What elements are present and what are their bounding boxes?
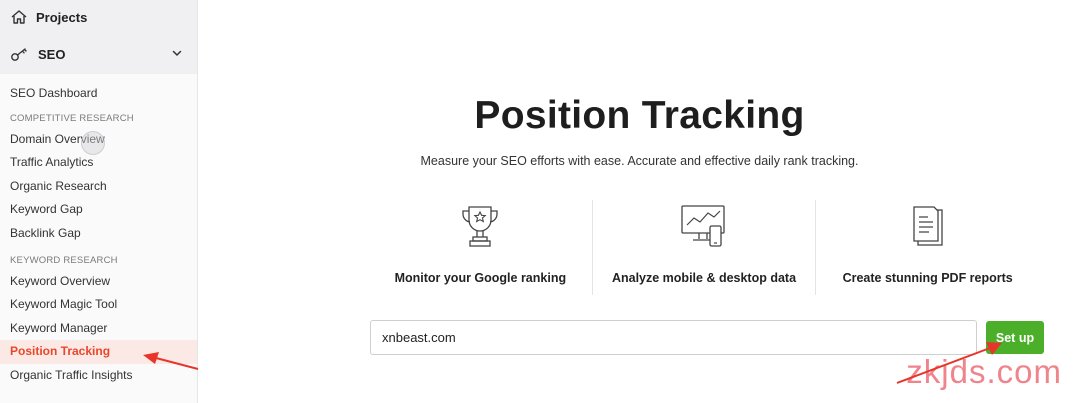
domain-input[interactable] — [370, 320, 977, 355]
sidebar-item-organic-traffic-insights[interactable]: Organic Traffic Insights — [0, 364, 197, 387]
sidebar-item-position-tracking[interactable]: Position Tracking — [0, 340, 197, 364]
sidebar-item-domain-overview[interactable]: Domain Overview — [0, 128, 197, 155]
setup-button[interactable]: Set up — [986, 321, 1044, 354]
sidebar-item-keyword-magic-tool[interactable]: Keyword Magic Tool — [0, 293, 197, 316]
devices-chart-icon — [681, 205, 725, 247]
sidebar-top: Projects SEO — [0, 0, 197, 74]
seo-label: SEO — [38, 46, 66, 62]
feature-list: Monitor your Google ranking Analyze mobi… — [369, 200, 1039, 295]
main-content: Position Tracking Measure your SEO effor… — [199, 0, 1080, 403]
feature-label: Analyze mobile & desktop data — [611, 271, 797, 285]
sidebar-item-organic-research[interactable]: Organic Research — [0, 175, 197, 198]
sidebar-item-keyword-gap[interactable]: Keyword Gap — [0, 198, 197, 221]
projects-label: Projects — [36, 9, 88, 25]
competitive-research-header: COMPETITIVE RESEARCH — [10, 113, 134, 124]
chevron-down-icon[interactable] — [171, 47, 183, 59]
page-title: Position Tracking — [474, 94, 805, 137]
feature-pdf-reports: Create stunning PDF reports — [815, 200, 1039, 295]
sidebar-item-keyword-overview[interactable]: Keyword Overview — [0, 270, 197, 293]
projects-nav[interactable]: Projects — [0, 0, 197, 34]
feature-label: Monitor your Google ranking — [394, 271, 567, 285]
sidebar-item-traffic-analytics[interactable]: Traffic Analytics — [0, 151, 197, 174]
keyword-research-header: KEYWORD RESEARCH — [10, 254, 118, 266]
page-subtitle: Measure your SEO efforts with ease. Accu… — [420, 154, 859, 168]
document-report-icon — [913, 206, 943, 246]
feature-google-ranking: Monitor your Google ranking — [369, 200, 592, 295]
sidebar-item-keyword-manager[interactable]: Keyword Manager — [0, 317, 197, 340]
feature-label: Create stunning PDF reports — [842, 271, 1013, 285]
seo-nav[interactable]: SEO — [0, 34, 197, 74]
sidebar-item-seo-dashboard[interactable]: SEO Dashboard — [0, 82, 197, 104]
seo-key-icon — [11, 48, 27, 61]
trophy-icon — [462, 206, 498, 247]
watermark-text: zkjds.com — [906, 353, 1062, 390]
sidebar-item-backlink-gap[interactable]: Backlink Gap — [0, 222, 197, 245]
home-icon — [11, 10, 27, 24]
sidebar: Projects SEO SEO Dashboard COMPETITIVE R… — [0, 0, 198, 403]
feature-mobile-desktop: Analyze mobile & desktop data — [591, 200, 816, 295]
seo-nav-list: SEO Dashboard COMPETITIVE RESEARCH Domai… — [0, 74, 197, 387]
